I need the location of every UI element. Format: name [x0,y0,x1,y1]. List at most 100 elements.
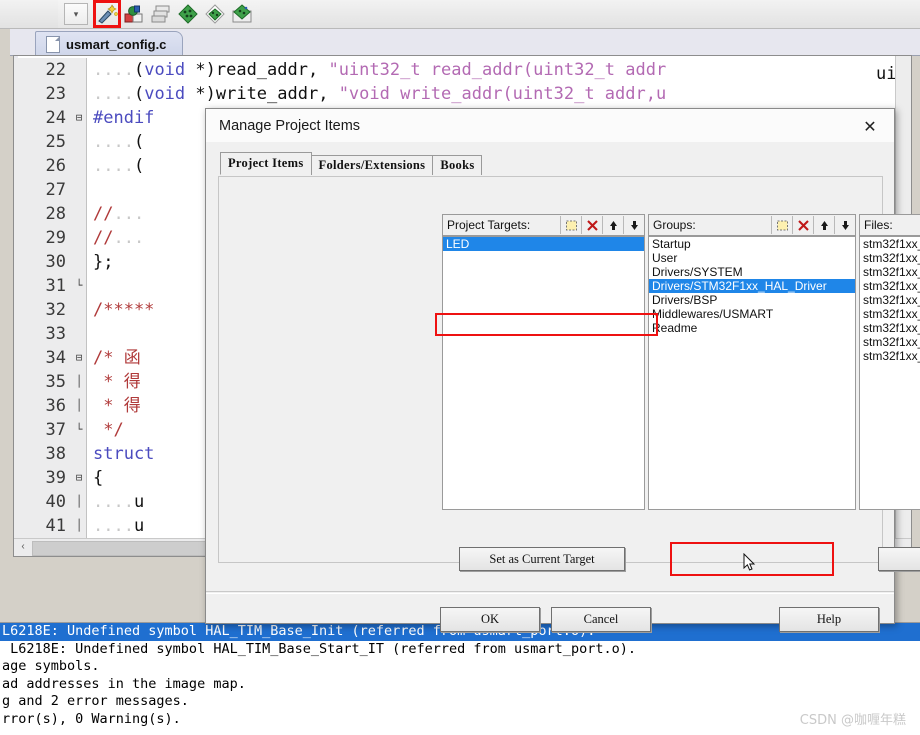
tab-folders-extensions[interactable]: Folders/Extensions [310,155,434,175]
line-number: 39 [14,466,72,490]
file-item[interactable]: stm32f1xx_hal_gpio.c [860,279,920,293]
line-number: 24 [14,106,72,130]
fold-marker[interactable]: ⊟ [72,346,86,370]
ok-button[interactable]: OK [440,607,540,632]
tab-project-items[interactable]: Project Items [220,152,312,175]
line-number: 31 [14,274,72,298]
build-output-line[interactable]: g and 2 error messages. [0,693,920,711]
line-number: 33 [14,322,72,346]
fold-marker[interactable] [72,298,86,322]
fold-marker[interactable] [72,322,86,346]
batch-build-icon[interactable] [149,2,173,26]
line-number: 29 [14,226,72,250]
move-down-icon[interactable] [834,216,855,234]
delete-icon[interactable] [792,216,813,234]
line-number: 22 [14,58,72,82]
manage-project-items-dialog: Manage Project Items ✕ Project Items Fol… [205,108,920,632]
help-button[interactable]: Help [779,607,879,632]
group-item[interactable]: User [649,251,855,265]
files-label: Files: [864,218,893,232]
fold-marker[interactable]: │ [72,490,86,514]
group-item[interactable]: Middlewares/USMART [649,307,855,321]
manage-project-items-icon[interactable] [122,2,146,26]
components-env-icon[interactable] [203,2,227,26]
project-targets-label: Project Targets: [447,218,531,232]
project-targets-column: Project Targets: LED [442,214,645,510]
move-down-icon[interactable] [623,216,644,234]
scroll-left-arrow[interactable]: ‹ [16,540,30,554]
group-item[interactable]: Drivers/BSP [649,293,855,307]
add-files-button[interactable]: Add Files... [878,547,920,571]
footer-divider [206,591,894,592]
line-number: 27 [14,178,72,202]
target-options-icon[interactable] [176,2,200,26]
group-item[interactable]: Drivers/SYSTEM [649,265,855,279]
line-number: 38 [14,442,72,466]
fold-marker[interactable] [72,178,86,202]
files-header: Files: [859,214,920,236]
groups-label: Groups: [653,218,696,232]
toolbar-button-group: ▾ [58,0,260,28]
fold-marker[interactable] [72,58,86,82]
fold-marker[interactable] [72,250,86,274]
build-target-wizard-icon[interactable] [93,0,121,28]
fold-marker[interactable]: │ [72,514,86,538]
fold-marker[interactable] [72,82,86,106]
file-item[interactable]: stm32f1xx_hal_gpio_ex.c [860,293,920,307]
file-item[interactable]: stm32f1xx_hal_rcc.c [860,307,920,321]
dialog-tabs: Project Items Folders/Extensions Books [220,152,483,175]
build-output-line[interactable]: age symbols. [0,658,920,676]
fold-marker[interactable]: │ [72,394,86,418]
set-as-current-target-button[interactable]: Set as Current Target [459,547,625,571]
fold-marker[interactable]: ⊟ [72,106,86,130]
file-item[interactable]: stm32f1xx_hal_uart.c [860,335,920,349]
groups-list[interactable]: Startup User Drivers/SYSTEM Drivers/STM32F1… [648,236,856,510]
dropdown-caret-icon[interactable]: ▾ [64,3,88,25]
new-item-icon[interactable] [771,216,792,234]
close-icon[interactable]: ✕ [856,117,884,137]
build-output-pane[interactable]: L6218E: Undefined symbol HAL_TIM_Base_In… [0,622,920,735]
fold-marker[interactable]: │ [72,370,86,394]
fold-marker[interactable] [72,442,86,466]
pack-installer-icon[interactable] [230,2,254,26]
project-targets-list[interactable]: LED [442,236,645,510]
fold-marker[interactable] [72,154,86,178]
file-item[interactable]: stm32f1xx_hal.c [860,237,920,251]
groups-column: Groups: Startup User Drivers/SYSTEM Drivers… [648,214,856,510]
code-line: 23 ....(void *)write_addr, "void write_ad… [14,82,911,106]
file-item[interactable]: stm32f1xx_hal_cortex.c [860,251,920,265]
project-target-item[interactable]: LED [443,237,644,251]
build-output-line[interactable]: L6218E: Undefined symbol HAL_TIM_Base_St… [0,641,920,659]
group-item[interactable]: Readme [649,321,855,335]
files-list[interactable]: stm32f1xx_hal.cstm32f1xx_hal_cortex.cstm… [859,236,920,510]
build-output-line[interactable]: ad addresses in the image map. [0,676,920,694]
fold-marker[interactable]: └ [72,274,86,298]
tab-usmart-config-c[interactable]: usmart_config.c [35,31,184,56]
help-label: Help [816,612,842,626]
fold-marker[interactable]: ⊟ [72,466,86,490]
move-up-icon[interactable] [602,216,623,234]
file-item[interactable]: stm32f1xx_hal_dma.c [860,265,920,279]
cancel-button[interactable]: Cancel [551,607,651,632]
build-output-line[interactable]: rror(s), 0 Warning(s). [0,711,920,729]
line-number: 35 [14,370,72,394]
group-item[interactable]: Startup [649,237,855,251]
delete-icon[interactable] [581,216,602,234]
fold-marker[interactable] [72,202,86,226]
fold-marker[interactable] [72,226,86,250]
move-up-icon[interactable] [813,216,834,234]
project-targets-header: Project Targets: [442,214,645,236]
file-item[interactable]: stm32f1xx_hal_usart.c [860,349,920,363]
dialog-titlebar: Manage Project Items ✕ [206,109,894,143]
csdn-watermark: CSDN @咖喱年糕 [799,713,906,728]
fold-marker[interactable] [72,130,86,154]
group-item[interactable]: Drivers/STM32F1xx_HAL_Driver [649,279,855,293]
fold-marker[interactable]: └ [72,418,86,442]
tab-books[interactable]: Books [432,155,483,175]
new-item-icon[interactable] [560,216,581,234]
file-item[interactable]: stm32f1xx_hal_rcc_ex.c [860,321,920,335]
line-number: 41 [14,514,72,538]
line-number: 30 [14,250,72,274]
line-number: 40 [14,490,72,514]
editor-tabstrip: usmart_config.c [10,29,920,56]
